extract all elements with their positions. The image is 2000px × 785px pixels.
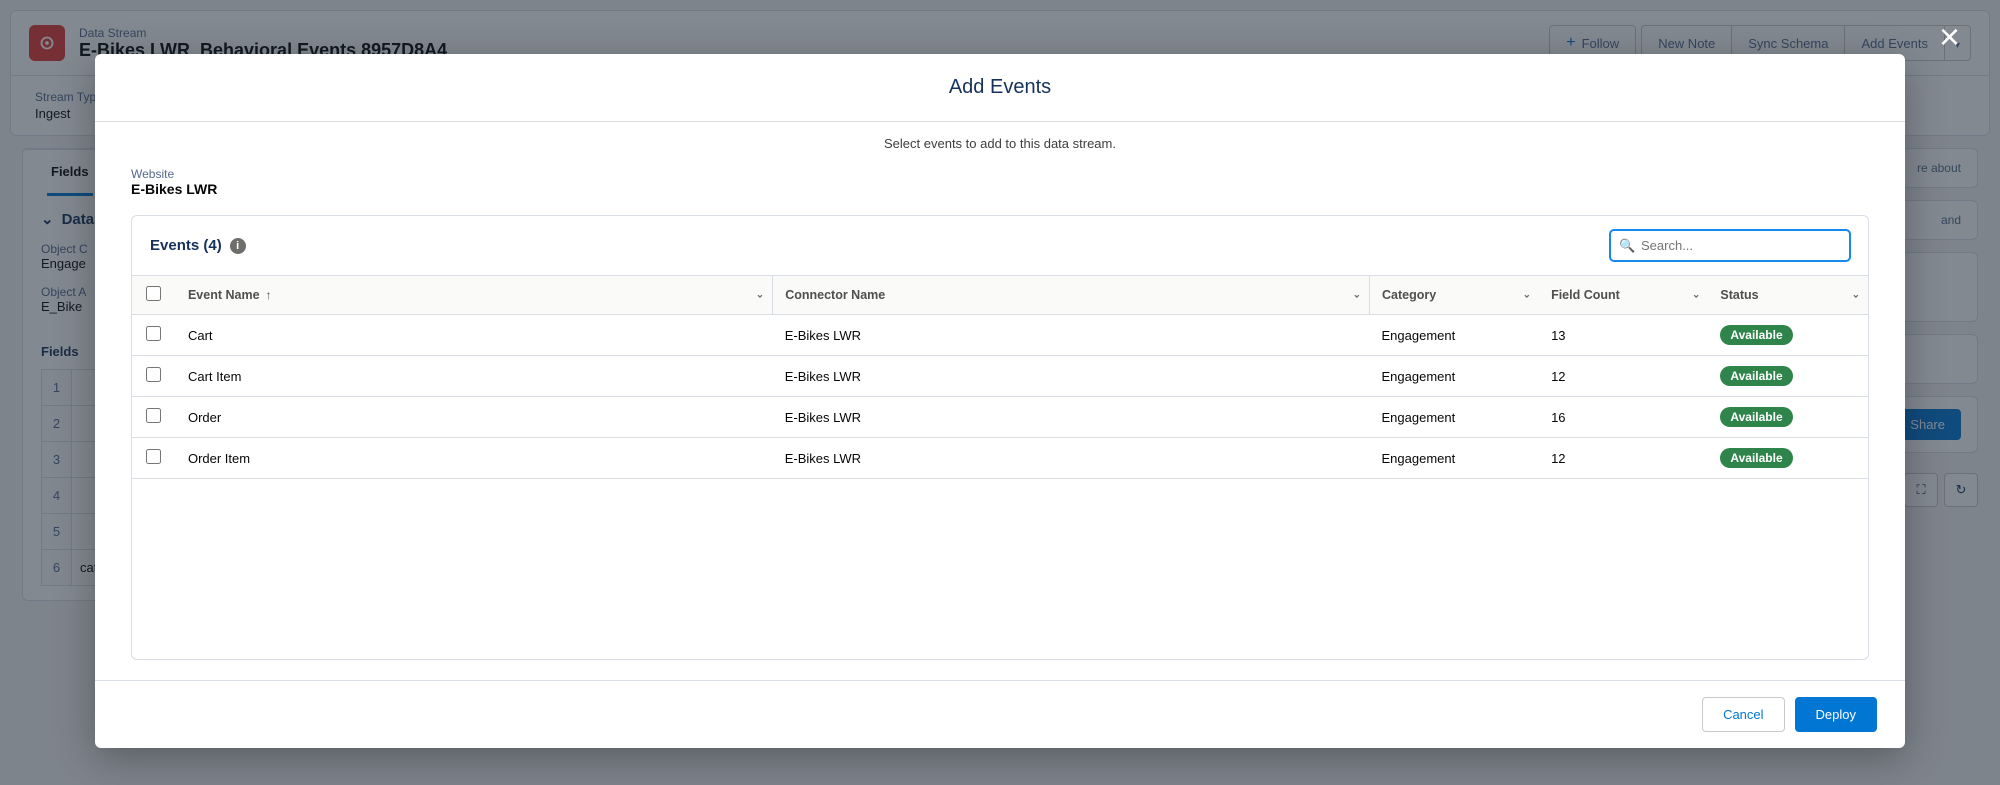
- search-icon: 🔍: [1619, 238, 1635, 254]
- modal-overlay: × Add Events Select events to add to thi…: [0, 0, 2000, 785]
- status-badge: Available: [1720, 325, 1792, 345]
- col-category[interactable]: Category: [1382, 288, 1436, 302]
- chevron-down-icon[interactable]: ⌄: [1692, 290, 1700, 301]
- col-event-name[interactable]: Event Name: [188, 288, 260, 302]
- search-input[interactable]: [1610, 230, 1850, 261]
- add-events-modal: Add Events Select events to add to this …: [95, 54, 1905, 748]
- info-icon[interactable]: i: [230, 238, 246, 254]
- deploy-button[interactable]: Deploy: [1795, 697, 1877, 732]
- table-row: Order Item E-Bikes LWR Engagement 12 Ava…: [132, 438, 1868, 479]
- row-checkbox[interactable]: [146, 408, 161, 423]
- website-label: Website: [131, 167, 1869, 181]
- website-value: E-Bikes LWR: [131, 181, 1869, 197]
- events-table: Event Name ↑ ⌄ Connector Name ⌄ Category ⌄ F…: [132, 275, 1868, 479]
- empty-space: [132, 479, 1868, 659]
- col-field-count[interactable]: Field Count: [1551, 288, 1620, 302]
- close-icon[interactable]: ×: [1939, 16, 1960, 58]
- select-all-checkbox[interactable]: [146, 286, 161, 301]
- table-row: Cart Item E-Bikes LWR Engagement 12 Avai…: [132, 356, 1868, 397]
- modal-title: Add Events: [95, 54, 1905, 122]
- chevron-down-icon[interactable]: ⌄: [756, 290, 764, 301]
- events-heading: Events (4): [150, 237, 222, 254]
- table-row: Cart E-Bikes LWR Engagement 13 Available: [132, 315, 1868, 356]
- chevron-down-icon[interactable]: ⌄: [1523, 290, 1531, 301]
- col-status[interactable]: Status: [1720, 288, 1758, 302]
- col-connector-name[interactable]: Connector Name: [785, 288, 885, 302]
- row-checkbox[interactable]: [146, 449, 161, 464]
- status-badge: Available: [1720, 366, 1792, 386]
- chevron-down-icon[interactable]: ⌄: [1852, 290, 1860, 301]
- modal-subtitle: Select events to add to this data stream…: [95, 122, 1905, 161]
- cancel-button[interactable]: Cancel: [1702, 697, 1784, 732]
- row-checkbox[interactable]: [146, 326, 161, 341]
- row-checkbox[interactable]: [146, 367, 161, 382]
- sort-asc-icon: ↑: [266, 288, 272, 302]
- status-badge: Available: [1720, 448, 1792, 468]
- status-badge: Available: [1720, 407, 1792, 427]
- chevron-down-icon[interactable]: ⌄: [1353, 290, 1361, 301]
- table-row: Order E-Bikes LWR Engagement 16 Availabl…: [132, 397, 1868, 438]
